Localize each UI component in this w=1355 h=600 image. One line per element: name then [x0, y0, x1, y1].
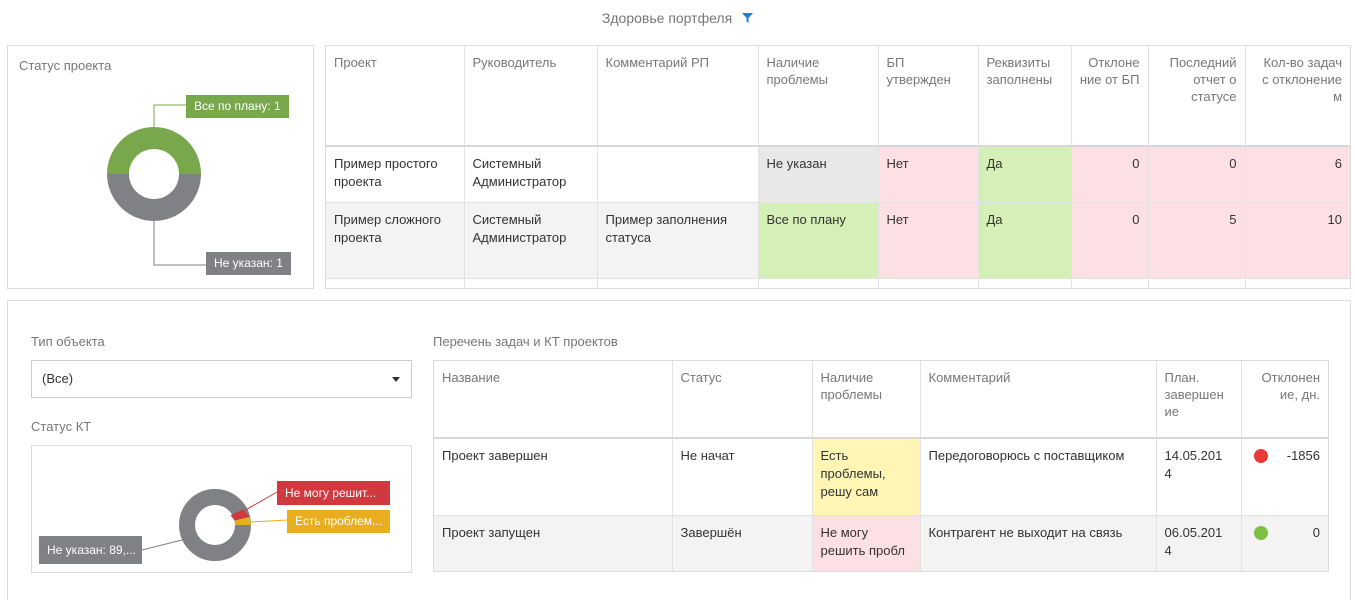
cell-requisites: Да: [978, 146, 1072, 202]
cell-last-report: 0: [1148, 146, 1246, 202]
cell-plan-end: 14.05.201 4: [1156, 438, 1242, 515]
projects-table-panel: Проект Руководитель Комментарий РП Налич…: [325, 45, 1351, 289]
cell-empty: [878, 278, 979, 288]
cell-name[interactable]: Проект завершен: [434, 438, 673, 515]
cell-empty: [464, 278, 598, 288]
tasks-table-header: Название Статус Наличие проблемы Коммент…: [434, 361, 1328, 438]
table-row[interactable]: Проект завершен Не начат Есть проблемы, …: [434, 438, 1328, 515]
col-header-tasks-deviation[interactable]: Кол-во задач с отклонение м: [1245, 46, 1350, 146]
col-header-comment[interactable]: Комментарий: [920, 361, 1157, 438]
table-row[interactable]: Проект запущен Завершён Не могу решить п…: [434, 515, 1328, 571]
page-title: Здоровье портфеля: [0, 10, 1355, 27]
cell-deviation-value: -1856: [1286, 448, 1320, 463]
callout-line-orange: [248, 519, 289, 523]
cell-problem: Не могу решить пробл: [812, 515, 921, 571]
kt-status-label: Статус КТ: [31, 419, 92, 434]
cell-empty: [1245, 278, 1350, 288]
col-header-status[interactable]: Статус: [672, 361, 813, 438]
col-header-problem[interactable]: Наличие проблемы: [812, 361, 921, 438]
cell-deviation: 0: [1071, 146, 1149, 202]
cell-comment: [597, 146, 759, 202]
col-header-deviation[interactable]: Отклоне ние от БП: [1071, 46, 1149, 146]
table-row[interactable]: Пример сложного проекта Системный Админи…: [326, 202, 1350, 278]
cell-empty: [597, 278, 759, 288]
cell-project[interactable]: Пример простого проекта: [326, 146, 465, 202]
callout-line-top: [153, 104, 186, 128]
callout-line-grey: [141, 537, 191, 551]
callout-problems: Есть проблем...: [287, 510, 390, 533]
projects-table-header: Проект Руководитель Комментарий РП Налич…: [326, 46, 1350, 146]
col-header-manager[interactable]: Руководитель: [464, 46, 598, 146]
tasks-table-box: Название Статус Наличие проблемы Коммент…: [433, 360, 1329, 572]
donut-segment-not-set: [179, 489, 251, 561]
cell-empty: [326, 278, 465, 288]
cell-problem: Все по плану: [758, 202, 879, 278]
cell-status: Не начат: [672, 438, 813, 515]
cell-comment: Контрагент не выходит на связь: [920, 515, 1157, 571]
cell-tasks-deviation: 6: [1245, 146, 1350, 202]
cell-problem: Есть проблемы, решу сам: [812, 438, 921, 515]
cell-name[interactable]: Проект запущен: [434, 515, 673, 571]
tasks-table-label: Перечень задач и КТ проектов: [433, 334, 618, 349]
callout-not-set: Не указан: 89,...: [39, 536, 142, 564]
project-status-panel: Статус проекта Все по плану: 1 Не указан…: [7, 45, 314, 289]
chevron-down-icon: [392, 377, 400, 382]
cell-manager: Системный Администратор: [464, 146, 598, 202]
col-header-plan-end[interactable]: План. завершен ие: [1156, 361, 1242, 438]
cell-tasks-deviation: 10: [1245, 202, 1350, 278]
cell-empty: [1071, 278, 1149, 288]
object-type-value: (Все): [42, 371, 74, 386]
object-type-label: Тип объекта: [31, 334, 105, 349]
status-dot-green-icon: [1253, 525, 1268, 540]
col-header-name[interactable]: Название: [434, 361, 673, 438]
col-header-last-report[interactable]: Последний отчет о статусе: [1148, 46, 1246, 146]
col-header-requisites[interactable]: Реквизиты заполнены: [978, 46, 1072, 146]
col-header-deviation-days[interactable]: Отклонен ие, дн.: [1241, 361, 1328, 438]
donut-segment-not-set: [107, 174, 201, 221]
callout-line-bottom: [153, 221, 206, 266]
cell-project[interactable]: Пример сложного проекта: [326, 202, 465, 278]
kt-status-chart-box: Не могу решит... Есть проблем... Не указ…: [31, 445, 412, 573]
cell-plan-end: 06.05.201 4: [1156, 515, 1242, 571]
table-row[interactable]: Пример простого проекта Системный Админи…: [326, 146, 1350, 202]
cell-comment: Передоговорюсь с поставщиком: [920, 438, 1157, 515]
tasks-table: Название Статус Наличие проблемы Коммент…: [434, 361, 1328, 571]
cell-problem-text: Не могу решить пробл: [820, 524, 905, 558]
callout-on-plan: Все по плану: 1: [186, 95, 289, 118]
cell-bp: Нет: [878, 202, 979, 278]
col-header-bp-approved[interactable]: БП утвержден: [878, 46, 979, 146]
filter-icon[interactable]: [742, 11, 754, 27]
cell-last-report: 5: [1148, 202, 1246, 278]
page-title-text: Здоровье портфеля: [601, 10, 733, 26]
cell-empty: [758, 278, 879, 288]
callout-not-set: Не указан: 1: [206, 252, 291, 275]
col-header-project[interactable]: Проект: [326, 46, 465, 146]
col-header-pm-comment[interactable]: Комментарий РП: [597, 46, 759, 146]
cell-deviation: 0: [1071, 202, 1149, 278]
cell-requisites: Да: [978, 202, 1072, 278]
cell-problem: Не указан: [758, 146, 879, 202]
cell-comment: Пример заполнения статуса: [597, 202, 759, 278]
cell-manager: Системный Администратор: [464, 202, 598, 278]
status-dot-red-icon: [1253, 449, 1268, 463]
cell-status: Завершён: [672, 515, 813, 571]
callout-line-red: [241, 491, 278, 513]
cell-empty: [1148, 278, 1246, 288]
projects-table: Проект Руководитель Комментарий РП Налич…: [326, 46, 1350, 288]
cell-deviation: 0: [1241, 515, 1328, 571]
donut-segment-on-plan: [107, 127, 201, 174]
table-row-empty: [326, 278, 1350, 288]
callout-cant-solve: Не могу решит...: [277, 481, 390, 505]
cell-bp: Нет: [878, 146, 979, 202]
bottom-panel: Тип объекта (Все) Статус КТ Не могу реши…: [7, 300, 1351, 600]
cell-deviation-value: 0: [1312, 524, 1320, 540]
cell-deviation: -1856: [1241, 438, 1328, 515]
col-header-problem[interactable]: Наличие проблемы: [758, 46, 879, 146]
object-type-select[interactable]: (Все): [31, 360, 412, 398]
cell-empty: [978, 278, 1072, 288]
